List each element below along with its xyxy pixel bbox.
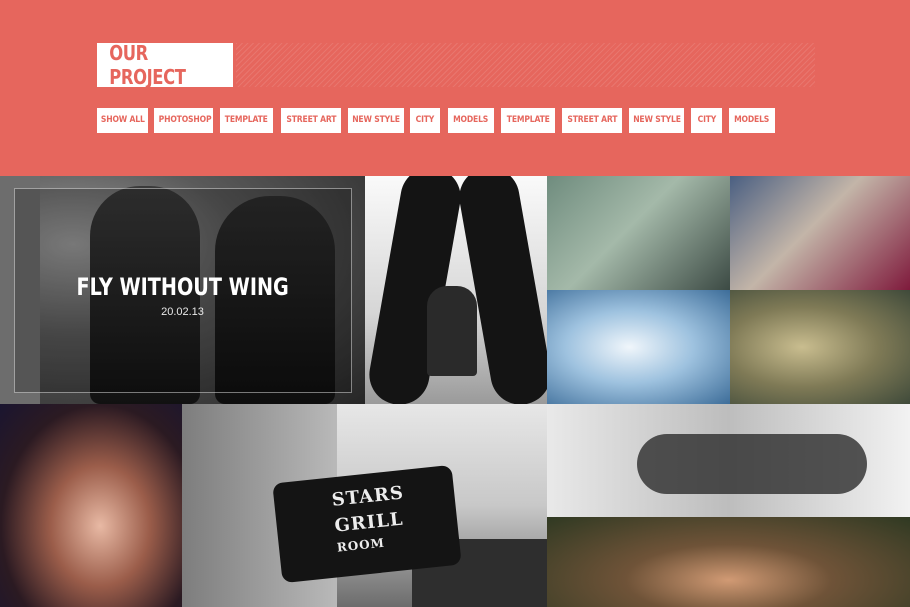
title-stripe-decoration [236,43,815,87]
featured-project-tile[interactable]: FLY WITHOUT WING 20.02.13 [0,176,365,404]
project-tile-portrait[interactable] [0,404,182,607]
filter-models-button-2[interactable]: MODELS [729,108,775,133]
tile-photo-figure [637,434,867,494]
project-tile-reclining-model[interactable] [547,404,910,517]
section-title: OUR PROJECT [109,41,186,89]
filter-street-art-button[interactable]: STREET ART [281,108,341,133]
filter-new-style-button[interactable]: NEW STYLE [348,108,404,133]
featured-caption-title: FLY WITHOUT WING [76,273,289,301]
portfolio-header: OUR PROJECT SHOW ALL PHOTOSHOP TEMPLATE … [0,0,910,176]
neon-sign-text: STARS GRILL ROOM [331,480,410,555]
filter-template-button-2[interactable]: TEMPLATE [501,108,555,133]
featured-caption-date: 20.02.13 [161,306,204,318]
project-tile-bracelet-model[interactable] [547,517,910,607]
filter-city-button-2[interactable]: CITY [691,108,722,133]
project-tile-dancers[interactable] [547,176,730,290]
project-tile-windblown[interactable] [730,290,910,404]
filter-street-art-button-2[interactable]: STREET ART [562,108,622,133]
project-tile-neon-sign[interactable]: STARS GRILL ROOM [182,404,547,607]
tile-photo-photographer [427,286,477,376]
project-tile-street-fashion[interactable] [730,176,910,290]
filter-show-all-button[interactable]: SHOW ALL [97,108,148,133]
filter-template-button[interactable]: TEMPLATE [220,108,273,133]
project-tile-photographer[interactable] [365,176,547,404]
section-title-box: OUR PROJECT [97,41,233,89]
filter-models-button[interactable]: MODELS [448,108,494,133]
filter-photoshop-button[interactable]: PHOTOSHOP [154,108,213,133]
filter-city-button[interactable]: CITY [410,108,440,133]
project-tile-ice-model[interactable] [547,290,730,404]
filter-new-style-button-2[interactable]: NEW STYLE [629,108,684,133]
